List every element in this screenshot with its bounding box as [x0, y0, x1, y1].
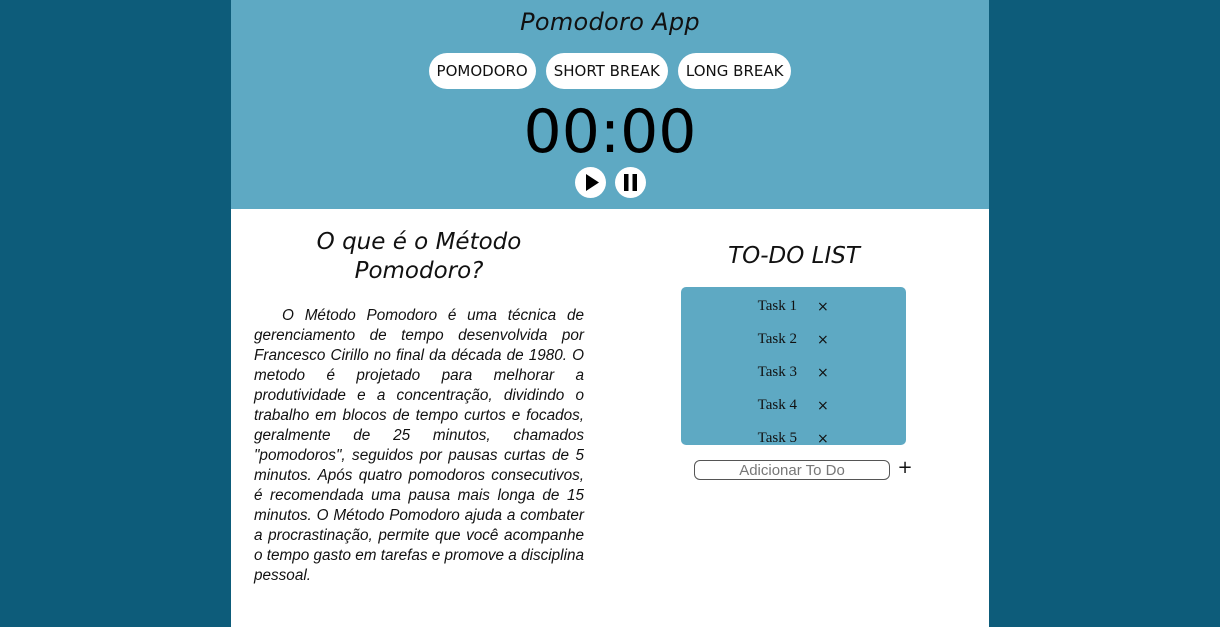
add-todo-input[interactable] [694, 460, 890, 480]
pause-button[interactable] [614, 167, 646, 198]
short-break-button[interactable]: SHORT BREAK [545, 53, 668, 89]
timer-display: 00:00 [523, 97, 697, 167]
add-todo-button[interactable]: + [897, 457, 913, 479]
todo-list: Task 1 × Task 2 × Task 3 × Task 4 × Task… [681, 287, 906, 447]
pomodoro-button[interactable]: POMODORO [428, 53, 536, 89]
play-button[interactable] [574, 167, 606, 198]
timer-controls [231, 167, 989, 198]
remove-icon[interactable]: × [817, 431, 829, 447]
todo-item: Task 5 × [681, 422, 906, 455]
todo-item-label: Task 1 [757, 298, 797, 314]
remove-icon[interactable]: × [817, 299, 829, 315]
todo-item: Task 1 × [681, 290, 906, 323]
remove-icon[interactable]: × [817, 365, 829, 381]
todo-item: Task 4 × [681, 389, 906, 422]
todo-item-label: Task 5 [757, 430, 797, 446]
todo-item-label: Task 2 [757, 331, 797, 347]
app-title: Pomodoro App [520, 8, 700, 36]
pause-icon [623, 174, 637, 191]
play-icon [585, 174, 599, 191]
todo-item-label: Task 4 [757, 397, 797, 413]
long-break-button[interactable]: LONG BREAK [677, 53, 792, 89]
info-title: O que é o Método Pomodoro? [316, 229, 522, 284]
info-paragraph: O Método Pomodoro é uma técnica de geren… [254, 307, 584, 584]
page-container: Pomodoro App POMODORO SHORT BREAK LONG B… [231, 0, 989, 627]
timer-header: Pomodoro App POMODORO SHORT BREAK LONG B… [231, 0, 989, 209]
mode-tabs: POMODORO SHORT BREAK LONG BREAK [231, 53, 989, 89]
remove-icon[interactable]: × [817, 398, 829, 414]
todo-item: Task 3 × [681, 356, 906, 389]
todo-title: TO-DO LIST [728, 243, 860, 269]
remove-icon[interactable]: × [817, 332, 829, 348]
todo-item-label: Task 3 [757, 364, 797, 380]
todo-item: Task 2 × [681, 323, 906, 356]
